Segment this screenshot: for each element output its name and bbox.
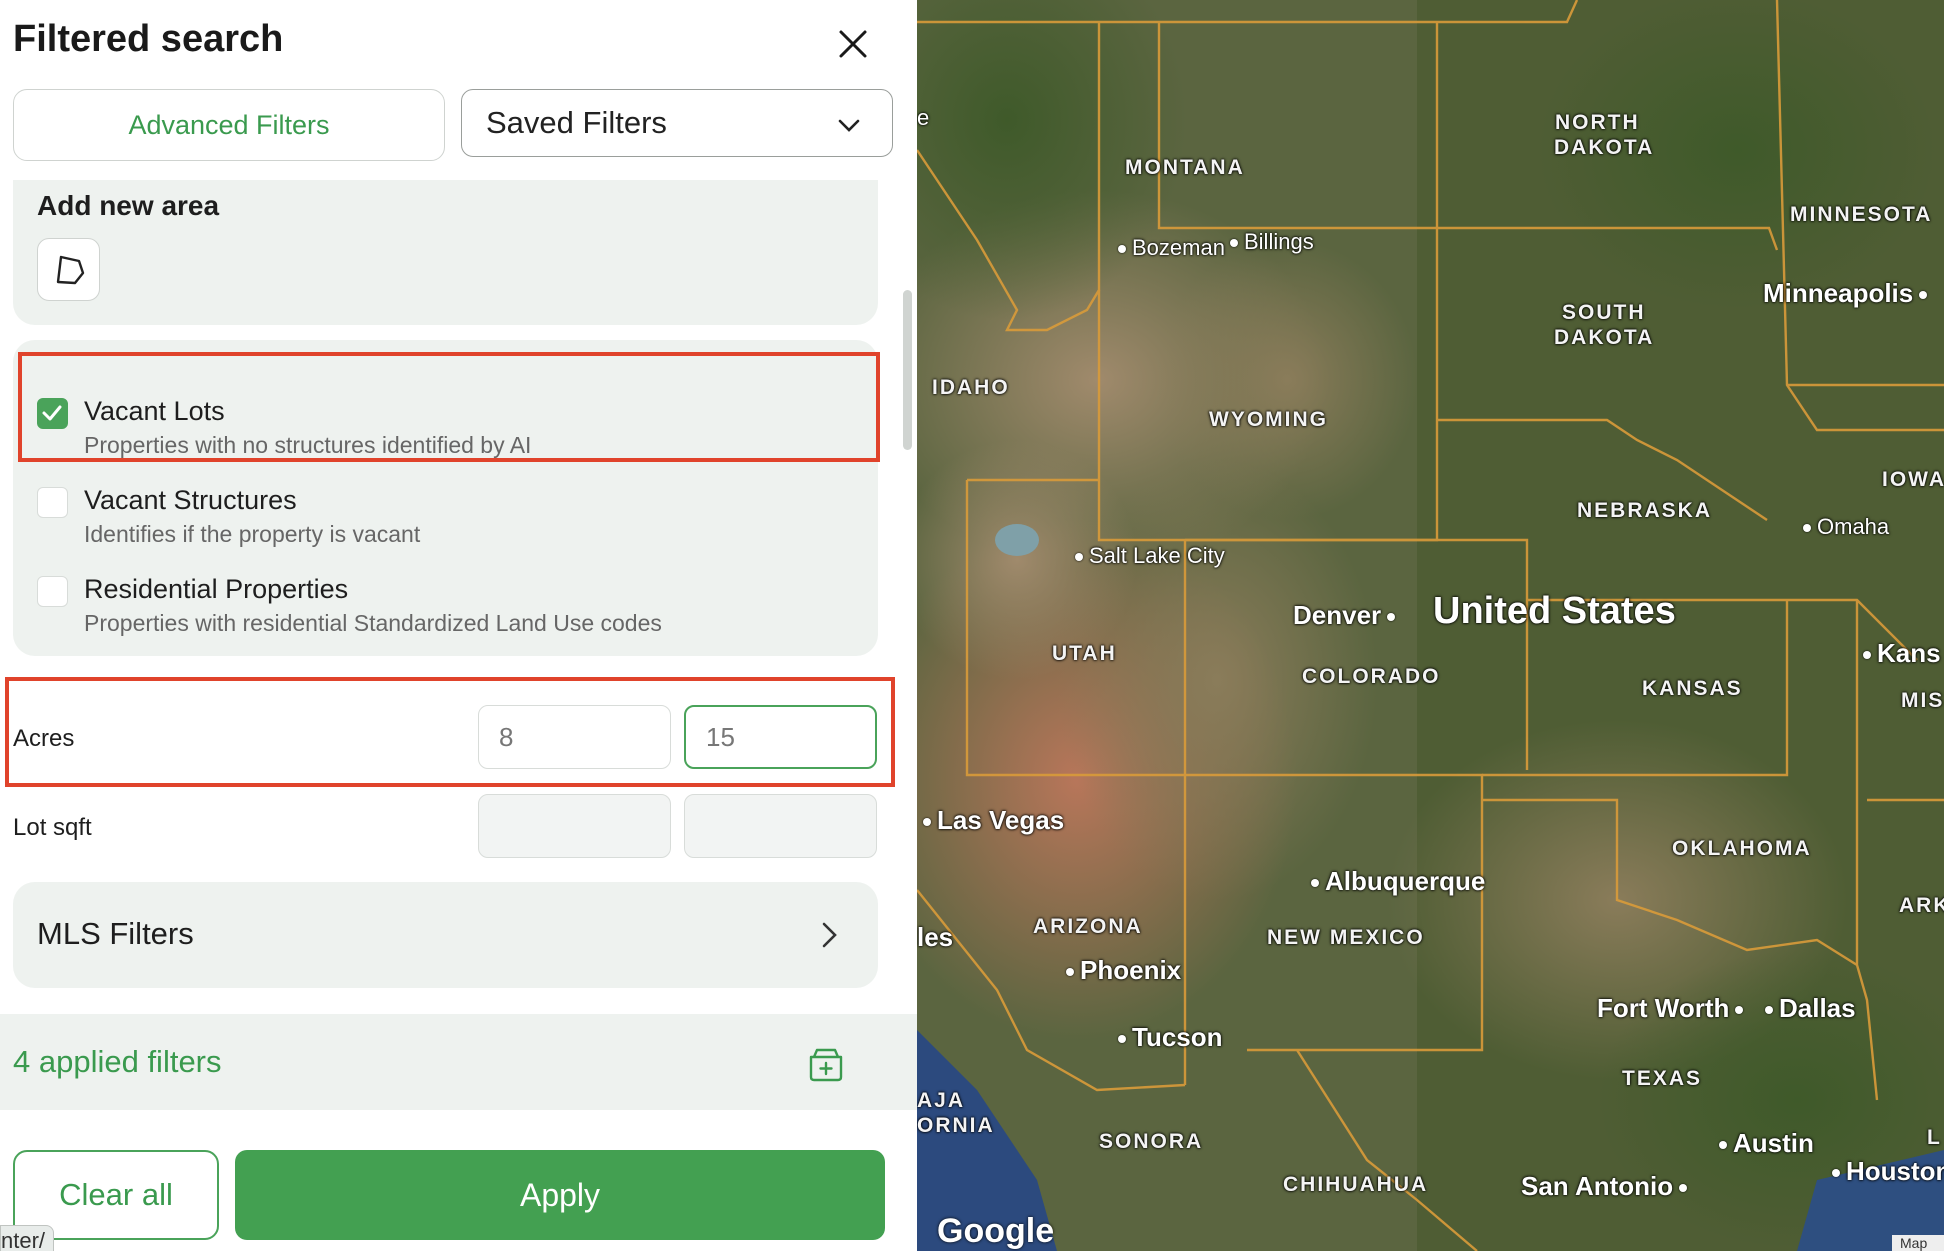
acres-label: Acres [13,725,75,752]
state-label-utah: UTAH [1052,642,1117,665]
state-label-arkansas-partial: ARK [1899,894,1944,917]
residential-label: Residential Properties [84,574,349,604]
mls-filters-label: MLS Filters [37,916,194,951]
status-url-tooltip: nter/ [0,1225,55,1251]
state-label-south-dakota-2: DAKOTA [1554,326,1655,349]
state-label-montana: MONTANA [1125,156,1245,179]
state-label-texas: TEXAS [1622,1067,1703,1090]
filter-panel: Filtered search Advanced Filters Saved F… [0,0,917,1251]
state-label-colorado: COLORADO [1302,665,1441,688]
city-houston: Houston [1826,1156,1944,1187]
state-label-missouri-partial: MIS [1901,689,1944,712]
map-terrain [917,0,1944,1251]
country-label: United States [1433,590,1676,632]
city-los-angeles-partial: les [917,922,954,952]
map-data-corner[interactable]: Map [1892,1235,1944,1251]
state-label-kansas: KANSAS [1642,677,1743,700]
polygon-icon [56,255,84,284]
mls-filters-row[interactable]: MLS Filters [13,882,878,988]
satellite-map[interactable]: MONTANA NORTH DAKOTA SOUTH DAKOTA MINNES… [917,0,1944,1251]
state-label-minnesota: MINNESOTA [1790,203,1933,226]
acres-max-input[interactable] [684,705,877,769]
lot-sqft-min-input[interactable] [478,794,671,858]
applied-filters-count: 4 applied filters [13,1044,222,1079]
state-label-wyoming: WYOMING [1209,408,1328,431]
add-area-title: Add new area [37,190,220,221]
residential-checkbox[interactable] [37,576,68,607]
city-minneapolis: Minneapolis [1763,278,1933,309]
vacant-lots-desc: Properties with no structures identified… [84,432,532,458]
panel-title: Filtered search [13,18,284,60]
city-bozeman: Bozeman [1112,235,1225,261]
vacant-structures-checkbox[interactable] [37,487,68,518]
state-label-north-dakota-1: NORTH [1555,111,1640,134]
lot-sqft-label: Lot sqft [13,814,92,841]
saved-filters-dropdown[interactable]: Saved Filters [461,89,893,157]
state-label-oklahoma: OKLAHOMA [1672,837,1812,860]
chevron-down-icon [838,119,860,132]
draw-polygon-button[interactable] [37,238,100,301]
google-logo: Google [937,1212,1055,1250]
city-omaha: Omaha [1797,514,1889,540]
city-denver: Denver [1293,600,1401,631]
vacant-structures-label: Vacant Structures [84,485,297,515]
state-label-new-mexico: NEW MEXICO [1267,926,1425,949]
city-kansas-city-partial: Kans [1857,638,1941,669]
region-label-chihuahua: CHIHUAHUA [1283,1173,1429,1196]
city-dallas: Dallas [1759,993,1856,1024]
city-san-antonio: San Antonio [1521,1171,1693,1202]
add-area-card: Add new area [13,180,878,325]
chevron-right-icon [822,922,837,948]
region-label-sonora: SONORA [1099,1130,1204,1153]
acres-min-input[interactable] [478,705,671,769]
option-vacant-lots[interactable]: Vacant Lots Properties with no structure… [13,378,878,462]
vacant-lots-label: Vacant Lots [84,396,225,426]
vacant-lots-checkbox[interactable] [37,398,68,429]
residential-desc: Properties with residential Standardized… [84,610,662,636]
applied-filters-bar: 4 applied filters [0,1014,917,1110]
option-residential[interactable]: Residential Properties Properties with r… [13,556,878,640]
city-las-vegas: Las Vegas [917,805,1064,836]
state-label-south-dakota-1: SOUTH [1562,301,1646,324]
save-filter-button[interactable] [806,1044,846,1084]
close-icon [839,30,867,58]
city-phoenix: Phoenix [1060,955,1181,986]
acres-row: Acres [13,705,888,775]
state-label-arizona: ARIZONA [1033,915,1143,938]
city-salt-lake: Salt Lake City [1069,543,1225,569]
state-label-iowa: IOWA [1882,468,1944,491]
save-folder-icon [809,1048,843,1082]
close-button[interactable] [833,24,873,64]
city-albuquerque: Albuquerque [1305,866,1485,897]
state-label-idaho: IDAHO [932,376,1010,399]
scrollbar-thumb[interactable] [903,290,912,450]
vacant-structures-desc: Identifies if the property is vacant [84,521,421,547]
city-austin: Austin [1713,1128,1814,1159]
lot-sqft-row: Lot sqft [13,794,888,864]
check-icon [42,405,62,421]
state-label-north-dakota-2: DAKOTA [1554,136,1655,159]
state-label-louisiana-partial: L [1927,1126,1942,1149]
state-label-nebraska: NEBRASKA [1577,499,1713,522]
city-label-edge: e [917,105,930,130]
city-billings: Billings [1224,229,1314,255]
saved-filters-label: Saved Filters [486,105,667,140]
property-types-card: Vacant Lots Properties with no structure… [13,340,878,656]
city-fort-worth: Fort Worth [1597,993,1749,1024]
apply-button[interactable]: Apply [235,1150,885,1240]
option-vacant-structures[interactable]: Vacant Structures Identifies if the prop… [13,467,878,551]
city-tucson: Tucson [1112,1022,1223,1053]
region-label-baja-1: AJA [917,1089,966,1112]
tab-advanced-filters[interactable]: Advanced Filters [13,89,445,161]
region-label-baja-2: ORNIA [917,1114,995,1137]
lot-sqft-max-input[interactable] [684,794,877,858]
